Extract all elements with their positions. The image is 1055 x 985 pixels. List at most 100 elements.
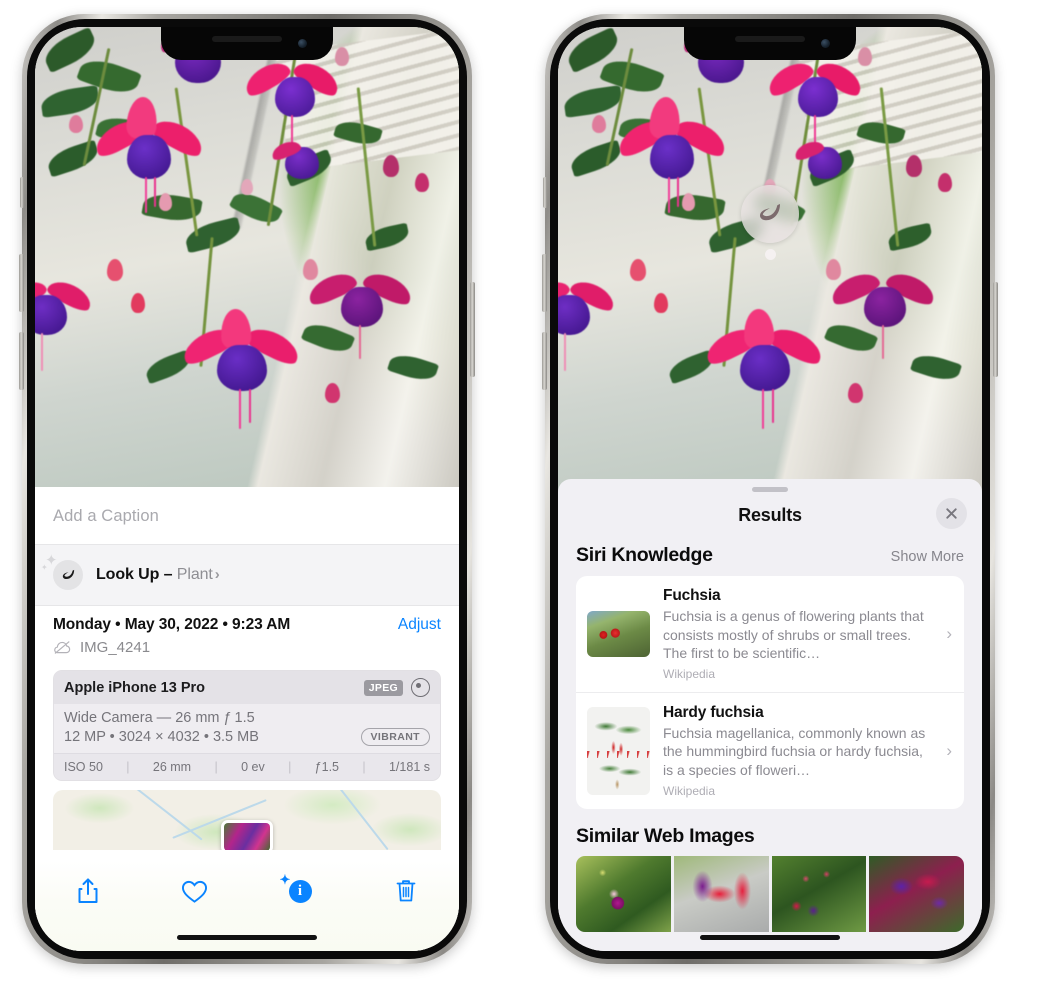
flower-bud — [131, 293, 145, 313]
device-name: Apple iPhone 13 Pro — [64, 679, 205, 696]
web-image-thumbnail[interactable] — [771, 855, 867, 932]
look-up-row[interactable]: ✦ ✦ Look Up – Plant › — [35, 545, 459, 605]
iphone-left-photos-info: Add a Caption ✦ ✦ Look Up – Plant › Mond… — [19, 14, 475, 964]
info-sparkle-icon: ✦ i — [280, 872, 312, 903]
flower-bud — [682, 193, 695, 211]
close-icon — [946, 508, 957, 519]
knowledge-source: Wikipedia — [663, 783, 716, 798]
leaf-icon: ✦ ✦ — [41, 553, 83, 590]
exif-separator: | — [214, 760, 218, 774]
earpiece-speaker — [212, 36, 282, 42]
notch-right — [684, 27, 856, 60]
similar-web-images-row — [576, 855, 964, 932]
exif-shutter-speed: 1/181 s — [388, 760, 430, 774]
look-up-title: Look Up – — [96, 566, 177, 583]
look-up-subject: Plant — [176, 566, 213, 583]
similar-web-images-header: Similar Web Images — [558, 809, 982, 856]
web-image-thumbnail[interactable] — [576, 855, 671, 932]
exif-separator: | — [288, 760, 292, 774]
silent-switch-right[interactable] — [543, 177, 547, 208]
flower-bud — [383, 155, 399, 177]
screen-right: Results Siri Knowledge Show More Fuchsia… — [558, 27, 982, 951]
power-button-right[interactable] — [993, 282, 998, 377]
info-button[interactable]: ✦ i — [247, 872, 353, 909]
cloud-slash-icon — [54, 641, 71, 654]
chevron-right-icon: › — [214, 566, 220, 583]
knowledge-card[interactable]: Fuchsia Fuchsia is a genus of flowering … — [576, 576, 964, 692]
flower-bud — [325, 383, 340, 403]
share-button[interactable] — [35, 873, 141, 909]
format-tag: JPEG — [363, 679, 403, 696]
leaf-icon — [741, 185, 799, 243]
close-button[interactable] — [936, 498, 967, 529]
exif-exposure-value: 0 ev — [241, 760, 265, 774]
photo-viewer-right[interactable] — [558, 27, 982, 497]
flower-bud — [592, 115, 606, 133]
exif-focal-length: 26 mm — [152, 760, 192, 774]
sparkles-icon: ✦ — [279, 871, 291, 887]
screen-left: Add a Caption ✦ ✦ Look Up – Plant › Mond… — [35, 27, 459, 951]
file-name: IMG_4241 — [80, 639, 151, 656]
volume-down-button-left[interactable] — [19, 332, 24, 390]
web-image-thumbnail[interactable] — [869, 855, 964, 932]
knowledge-title: Hardy fuchsia — [663, 703, 764, 721]
screenshot-root: Add a Caption ✦ ✦ Look Up – Plant › Mond… — [0, 0, 1055, 985]
knowledge-description: Fuchsia is a genus of flowering plants t… — [663, 608, 924, 662]
exif-lens-row: Wide Camera — 26 mm ƒ 1.5 12 MP • 3024 ×… — [54, 704, 440, 753]
web-image-thumbnail[interactable] — [673, 855, 769, 932]
results-title: Results — [738, 504, 802, 525]
flower-bud — [630, 259, 646, 281]
siri-knowledge-header: Siri Knowledge Show More — [558, 538, 982, 576]
photo-location-pin[interactable] — [221, 820, 273, 850]
photographic-style-tag: VIBRANT — [360, 728, 430, 746]
caption-input[interactable]: Add a Caption — [53, 507, 441, 526]
flower-bud — [159, 193, 172, 211]
knowledge-source: Wikipedia — [663, 666, 716, 681]
show-more-button[interactable]: Show More — [891, 549, 964, 565]
flower-bud — [107, 259, 123, 281]
flower-bud — [415, 173, 429, 192]
front-camera-icon — [298, 39, 307, 48]
visual-lookup-results-sheet: Results Siri Knowledge Show More Fuchsia… — [558, 479, 982, 951]
exif-card[interactable]: Apple iPhone 13 Pro JPEG Wide Camera — 2… — [53, 670, 441, 781]
visual-lookup-badge[interactable] — [741, 185, 799, 260]
exif-aperture: ƒ1.5 — [314, 760, 340, 774]
earpiece-speaker — [735, 36, 805, 42]
flower-bud — [303, 259, 318, 280]
home-indicator-right[interactable] — [700, 935, 840, 940]
exif-separator: | — [126, 760, 130, 774]
trash-icon — [396, 880, 416, 902]
location-map[interactable] — [53, 790, 441, 850]
knowledge-card[interactable]: Hardy fuchsia Fuchsia magellanica, commo… — [576, 691, 964, 809]
delete-button[interactable] — [353, 873, 459, 909]
exif-separator: | — [362, 760, 366, 774]
power-button-left[interactable] — [470, 282, 475, 377]
resolution-info: 12 MP • 3024 × 4032 • 3.5 MB — [64, 729, 259, 745]
knowledge-thumbnail — [587, 706, 650, 795]
volume-up-button-left[interactable] — [19, 254, 24, 312]
heart-icon — [181, 880, 207, 903]
knowledge-thumbnail — [587, 610, 650, 657]
chevron-right-icon: › — [946, 623, 952, 643]
caption-row[interactable]: Add a Caption — [35, 487, 459, 545]
front-camera-icon — [821, 39, 830, 48]
flower-bud — [906, 155, 922, 177]
home-indicator-left[interactable] — [177, 935, 317, 940]
sparkle-small-icon: ✦ — [41, 563, 48, 572]
lens-info: Wide Camera — 26 mm ƒ 1.5 — [64, 710, 255, 726]
info-glyph: i — [297, 882, 303, 899]
flower-bud — [938, 173, 952, 192]
favorite-button[interactable] — [141, 873, 247, 909]
volume-up-button-right[interactable] — [542, 254, 547, 312]
volume-down-button-right[interactable] — [542, 332, 547, 390]
flower-bud — [69, 115, 83, 133]
silent-switch-left[interactable] — [20, 177, 24, 208]
results-header: Results — [558, 492, 982, 538]
adjust-button[interactable]: Adjust — [398, 616, 441, 634]
flower-bud — [848, 383, 863, 403]
exif-iso: ISO 50 — [64, 760, 103, 774]
photo-viewer-left[interactable] — [35, 27, 459, 487]
flower-bud — [335, 47, 349, 66]
exif-device-row: Apple iPhone 13 Pro JPEG — [54, 671, 440, 704]
iphone-right-visual-lookup: Results Siri Knowledge Show More Fuchsia… — [542, 14, 998, 964]
